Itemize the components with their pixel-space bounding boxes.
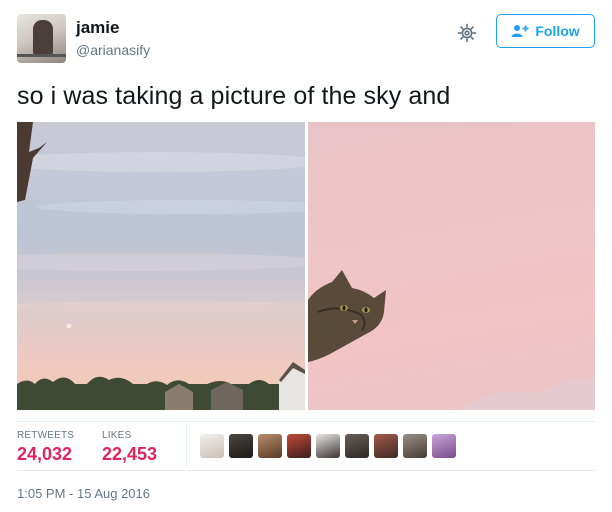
liker-avatar[interactable] — [229, 434, 253, 458]
add-user-icon — [511, 25, 529, 37]
display-name[interactable]: jamie — [76, 18, 119, 38]
liker-avatars — [200, 434, 456, 458]
follow-button[interactable]: Follow — [496, 14, 595, 48]
retweets-count[interactable]: 24,032 — [17, 444, 72, 465]
liker-avatar[interactable] — [432, 434, 456, 458]
liker-avatar[interactable] — [403, 434, 427, 458]
divider — [17, 470, 595, 471]
follow-button-label: Follow — [535, 23, 580, 39]
liker-avatar[interactable] — [287, 434, 311, 458]
cat-photo-scene — [308, 270, 595, 410]
sky-photo[interactable] — [17, 122, 305, 410]
sky-photo-scene — [17, 122, 305, 410]
liker-avatar[interactable] — [200, 434, 224, 458]
avatar[interactable] — [17, 14, 66, 63]
avatar-figure — [33, 20, 53, 56]
likes-count[interactable]: 22,453 — [102, 444, 157, 465]
liker-avatar[interactable] — [258, 434, 282, 458]
avatar-railing — [17, 54, 66, 57]
user-handle[interactable]: @arianasify — [76, 42, 150, 58]
cat-photo[interactable] — [308, 122, 595, 410]
timestamp[interactable]: 1:05 PM - 15 Aug 2016 — [17, 486, 150, 501]
divider — [17, 421, 595, 422]
likes-label: LIKES — [102, 430, 132, 441]
retweets-label: RETWEETS — [17, 430, 75, 441]
tweet-text: so i was taking a picture of the sky and — [17, 82, 451, 110]
liker-avatar[interactable] — [345, 434, 369, 458]
stats-separator — [186, 424, 187, 466]
liker-avatar[interactable] — [316, 434, 340, 458]
liker-avatar[interactable] — [374, 434, 398, 458]
gear-icon[interactable] — [456, 22, 478, 44]
